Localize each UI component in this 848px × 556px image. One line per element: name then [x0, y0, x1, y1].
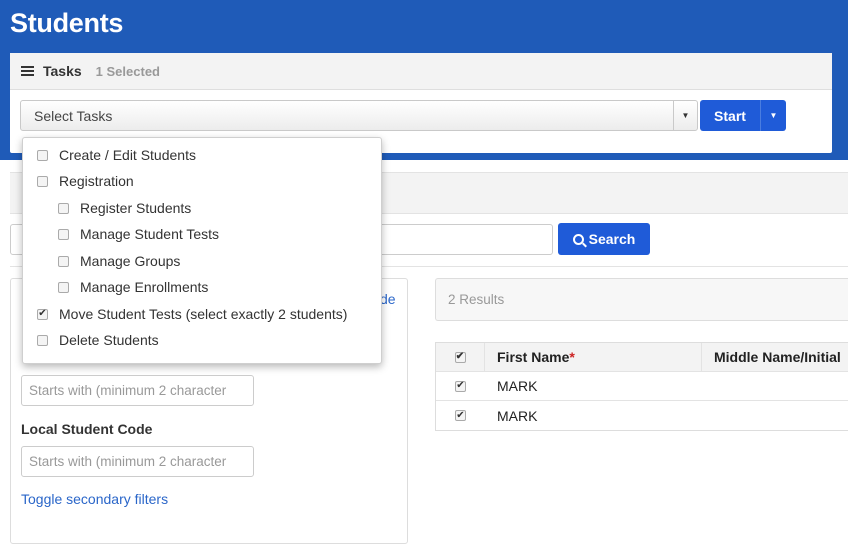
- column-header-middle-name[interactable]: Middle Name/Initial: [702, 349, 848, 365]
- start-button-label: Start: [714, 107, 746, 124]
- search-button-label: Search: [588, 231, 636, 247]
- menu-item-manage-student-tests[interactable]: Manage Student Tests: [58, 226, 219, 242]
- tasks-label: Tasks: [43, 63, 82, 79]
- menu-item-create-edit-students[interactable]: Create / Edit Students: [37, 147, 196, 163]
- menu-checkbox[interactable]: [37, 175, 48, 187]
- results-count: 2 Results: [448, 292, 505, 307]
- start-caret-down-icon[interactable]: ▼: [760, 100, 786, 131]
- select-tasks-dropdown[interactable]: Select Tasks ▼: [20, 100, 698, 131]
- toggle-secondary-filters-link[interactable]: Toggle secondary filters: [21, 491, 168, 507]
- menu-item-delete-students[interactable]: Delete Students: [37, 332, 159, 348]
- first-name-cell: MARK: [497, 407, 538, 424]
- local-student-code-label: Local Student Code: [21, 421, 153, 437]
- page-title: Students: [10, 8, 124, 38]
- menu-item-manage-groups[interactable]: Manage Groups: [58, 253, 180, 269]
- select-tasks-value: Select Tasks: [34, 107, 113, 124]
- search-icon: [572, 233, 584, 245]
- search-button[interactable]: Search: [558, 223, 650, 255]
- menu-checkbox[interactable]: [58, 202, 69, 214]
- table-row[interactable]: ✔ MARK: [436, 372, 848, 401]
- tasks-dropdown-menu: Create / Edit Students Registration Regi…: [22, 137, 382, 364]
- menu-item-registration[interactable]: Registration: [37, 173, 134, 189]
- menu-checkbox[interactable]: [37, 149, 48, 161]
- menu-item-manage-enrollments[interactable]: Manage Enrollments: [58, 279, 208, 295]
- results-table: ✔ First Name * Middle Name/Initial ✔ MARK…: [435, 342, 848, 431]
- menu-checkbox[interactable]: [37, 334, 48, 346]
- row-checkbox[interactable]: ✔: [455, 380, 466, 392]
- tasks-header: Tasks 1 Selected: [10, 53, 832, 90]
- results-count-bar: 2 Results: [435, 278, 848, 321]
- table-header-row: ✔ First Name * Middle Name/Initial: [436, 343, 848, 372]
- menu-checkbox[interactable]: [58, 228, 69, 240]
- menu-checkbox[interactable]: [58, 281, 69, 293]
- select-all-checkbox[interactable]: ✔: [454, 351, 466, 363]
- menu-item-move-student-tests[interactable]: ✔ Move Student Tests (select exactly 2 s…: [37, 306, 347, 322]
- filter-link[interactable]: de: [380, 291, 396, 307]
- row-checkbox[interactable]: ✔: [455, 410, 466, 421]
- menu-checkbox[interactable]: [58, 255, 69, 267]
- menu-checkbox-checked[interactable]: ✔: [37, 308, 48, 320]
- selected-count: 1 Selected: [95, 63, 160, 79]
- local-student-code-input[interactable]: Starts with (minimum 2 character: [21, 446, 254, 477]
- caret-down-icon[interactable]: ▼: [673, 101, 697, 130]
- first-name-cell: MARK: [497, 378, 538, 394]
- menu-item-register-students[interactable]: Register Students: [58, 200, 191, 216]
- list-icon: [21, 65, 34, 77]
- column-header-first-name[interactable]: First Name *: [485, 343, 702, 371]
- student-filter-input[interactable]: Starts with (minimum 2 character: [21, 375, 254, 406]
- start-button[interactable]: Start ▼: [700, 100, 786, 131]
- table-row[interactable]: ✔ MARK: [436, 401, 848, 430]
